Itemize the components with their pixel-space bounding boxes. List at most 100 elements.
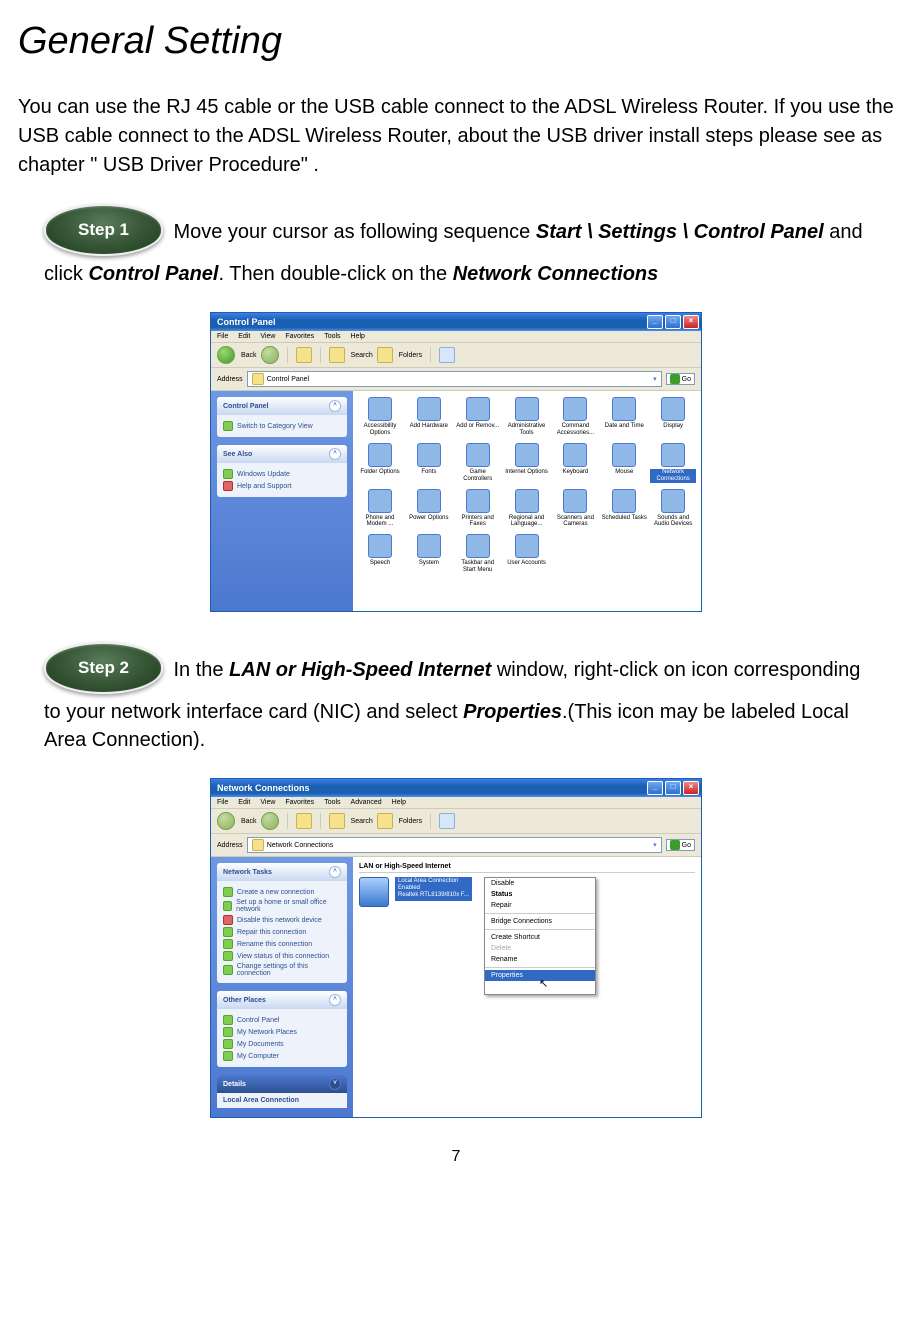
cp-icon-taskbar-and-start-menu[interactable]: Taskbar and Start Menu [455,534,501,574]
nc-sep [287,813,288,829]
cp-icon-sounds-and-audio-devices[interactable]: Sounds and Audio Devices [650,489,696,529]
nc-expand-icon[interactable]: ˅ [329,1078,341,1090]
cp-icon-scheduled-tasks[interactable]: Scheduled Tasks [601,489,647,529]
cp-icon-phone-and-modem-[interactable]: Phone and Modem ... [357,489,403,529]
ctx-rename[interactable]: Rename [485,954,595,965]
local-area-connection[interactable]: Local Area Connection Enabled Realtek RT… [359,877,695,995]
ctx-shortcut[interactable]: Create Shortcut [485,932,595,943]
nc-task-link[interactable]: Create a new connection [223,887,341,897]
cp-icon-internet-options[interactable]: Internet Options [504,443,550,483]
switch-category-link[interactable]: Switch to Category View [223,421,341,431]
back-label[interactable]: Back [241,352,257,359]
nc-collapse-icon-2[interactable]: ˄ [329,994,341,1006]
maximize-button[interactable]: □ [665,315,681,329]
nc-address-dropdown-icon[interactable]: ▾ [653,841,657,849]
cp-item-icon [368,397,392,421]
folders-label[interactable]: Folders [399,352,422,359]
cp-icon-game-controllers[interactable]: Game Controllers [455,443,501,483]
nc-task-link[interactable]: Change settings of this connection [223,963,341,977]
nc-search-icon[interactable] [329,813,345,829]
nc-other-link[interactable]: My Computer [223,1051,341,1061]
cp-icon-fonts[interactable]: Fonts [406,443,452,483]
cp-icon-printers-and-faxes[interactable]: Printers and Faxes [455,489,501,529]
cp-icon-scanners-and-cameras[interactable]: Scanners and Cameras [552,489,598,529]
ctx-disable[interactable]: Disable [485,878,595,889]
up-icon[interactable] [296,347,312,363]
windows-update-link[interactable]: Windows Update [223,469,341,479]
cp-item-label: Game Controllers [455,469,501,483]
cp-icon-mouse[interactable]: Mouse [601,443,647,483]
wu-icon [223,469,233,479]
forward-button-icon[interactable] [261,346,279,364]
menu-favorites[interactable]: Favorites [285,333,314,340]
menu-help[interactable]: Help [351,333,365,340]
hs-icon [223,481,233,491]
folders-icon[interactable] [377,347,393,363]
nc-other-link[interactable]: My Documents [223,1039,341,1049]
go-button[interactable]: Go [666,373,695,385]
nc-search-label[interactable]: Search [351,818,373,825]
nc-maximize-button[interactable]: □ [665,781,681,795]
cp-icon-network-connections[interactable]: Network Connections [650,443,696,483]
nc-forward-icon[interactable] [261,812,279,830]
nc-back-icon[interactable] [217,812,235,830]
cp-icon-regional-and-language-[interactable]: Regional and Language... [504,489,550,529]
nc-task-link[interactable]: View status of this connection [223,951,341,961]
minimize-button[interactable]: _ [647,315,663,329]
nc-up-icon[interactable] [296,813,312,829]
nc-menu-file[interactable]: File [217,799,228,806]
nc-back-label[interactable]: Back [241,818,257,825]
cp-icon-system[interactable]: System [406,534,452,574]
nc-folders-icon[interactable] [377,813,393,829]
nc-folders-label[interactable]: Folders [399,818,422,825]
menu-edit[interactable]: Edit [238,333,250,340]
menu-file[interactable]: File [217,333,228,340]
nc-menu-advanced[interactable]: Advanced [351,799,382,806]
cp-icon-command-accessories-[interactable]: Command Accessories... [552,397,598,437]
cp-icon-display[interactable]: Display [650,397,696,437]
cp-icon-administrative-tools[interactable]: Administrative Tools [504,397,550,437]
nc-go-button[interactable]: Go [666,839,695,851]
nc-task-link[interactable]: Set up a home or small office network [223,899,341,913]
ctx-bridge[interactable]: Bridge Connections [485,916,595,927]
address-dropdown-icon[interactable]: ▾ [653,375,657,383]
cp-icon-add-or-remov-[interactable]: Add or Remov... [455,397,501,437]
back-button-icon[interactable] [217,346,235,364]
cp-icon-keyboard[interactable]: Keyboard [552,443,598,483]
nc-other-link[interactable]: Control Panel [223,1015,341,1025]
nc-task-link[interactable]: Rename this connection [223,939,341,949]
cp-icon-add-hardware[interactable]: Add Hardware [406,397,452,437]
menu-tools[interactable]: Tools [324,333,340,340]
close-button[interactable]: × [683,315,699,329]
nc-task-link[interactable]: Disable this network device [223,915,341,925]
nc-menu-help[interactable]: Help [392,799,406,806]
ctx-status[interactable]: Status [485,889,595,900]
cp-icon-date-and-time[interactable]: Date and Time [601,397,647,437]
nc-menu-view[interactable]: View [260,799,275,806]
cp-icon-user-accounts[interactable]: User Accounts [504,534,550,574]
cp-icon-power-options[interactable]: Power Options [406,489,452,529]
toolbar-sep3 [430,347,431,363]
address-field[interactable]: Control Panel ▾ [247,371,662,387]
nc-close-button[interactable]: × [683,781,699,795]
nc-other-link[interactable]: My Network Places [223,1027,341,1037]
nc-menu-tools[interactable]: Tools [324,799,340,806]
collapse-icon-2[interactable]: ˄ [329,448,341,460]
nc-menu-edit[interactable]: Edit [238,799,250,806]
menu-view[interactable]: View [260,333,275,340]
nc-views-icon[interactable] [439,813,455,829]
ctx-repair[interactable]: Repair [485,900,595,911]
cp-icon-speech[interactable]: Speech [357,534,403,574]
cp-icon-accessibility-options[interactable]: Accessibility Options [357,397,403,437]
nc-address-field[interactable]: Network Connections ▾ [247,837,662,853]
collapse-icon[interactable]: ˄ [329,400,341,412]
search-icon[interactable] [329,347,345,363]
nc-task-link[interactable]: Repair this connection [223,927,341,937]
nc-collapse-icon[interactable]: ˄ [329,866,341,878]
cp-icon-folder-options[interactable]: Folder Options [357,443,403,483]
nc-minimize-button[interactable]: _ [647,781,663,795]
help-support-link[interactable]: Help and Support [223,481,341,491]
search-label[interactable]: Search [351,352,373,359]
views-icon[interactable] [439,347,455,363]
nc-menu-favorites[interactable]: Favorites [285,799,314,806]
